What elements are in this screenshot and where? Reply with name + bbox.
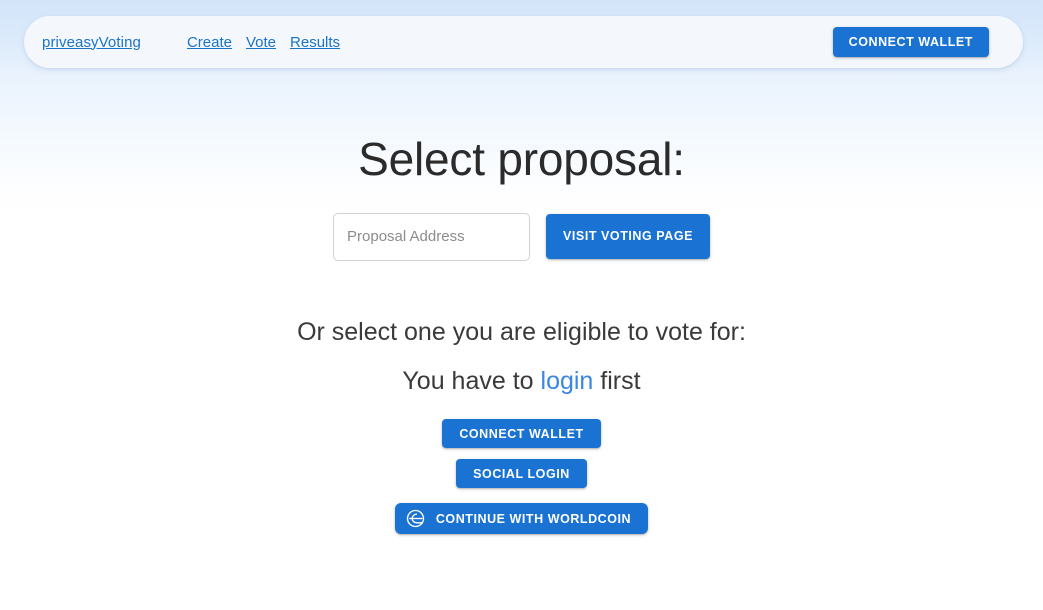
nav-link-vote[interactable]: Vote	[246, 34, 276, 51]
page-title: Select proposal:	[358, 133, 685, 185]
social-login-button[interactable]: SOCIAL LOGIN	[456, 459, 587, 489]
login-suffix-text: first	[593, 367, 641, 396]
connect-wallet-button[interactable]: CONNECT WALLET	[442, 419, 601, 449]
login-link[interactable]: login	[541, 367, 594, 395]
worldcoin-orb-icon	[406, 509, 425, 528]
nav-link-create[interactable]: Create	[187, 34, 232, 51]
continue-with-worldcoin-button[interactable]: CONTINUE WITH WORLDCOIN	[394, 503, 649, 535]
primary-nav: Create Vote Results	[187, 34, 340, 51]
page-root: priveasyVoting Create Vote Results CONNE…	[0, 0, 1043, 610]
brand-logo-link[interactable]: priveasyVoting	[42, 34, 141, 51]
main-content: Select proposal: VISIT VOTING PAGE Or se…	[0, 76, 1043, 535]
proposal-address-input[interactable]	[333, 212, 531, 261]
visit-voting-page-button[interactable]: VISIT VOTING PAGE	[546, 213, 710, 259]
eligible-proposals-text: Or select one you are eligible to vote f…	[297, 317, 746, 346]
nav-link-results[interactable]: Results	[290, 34, 340, 51]
login-required-text: You have to login first	[0, 346, 1043, 396]
header-connect-wallet-button[interactable]: CONNECT WALLET	[832, 27, 989, 57]
navbar: priveasyVoting Create Vote Results CONNE…	[24, 16, 1023, 68]
proposal-select-row: VISIT VOTING PAGE	[0, 212, 1043, 261]
worldcoin-button-label: CONTINUE WITH WORLDCOIN	[435, 511, 632, 526]
auth-button-group: CONNECT WALLET SOCIAL LOGIN CONTINUE WIT…	[0, 419, 1043, 535]
header: priveasyVoting Create Vote Results CONNE…	[24, 16, 1023, 68]
login-prefix-text: You have to	[402, 367, 541, 396]
